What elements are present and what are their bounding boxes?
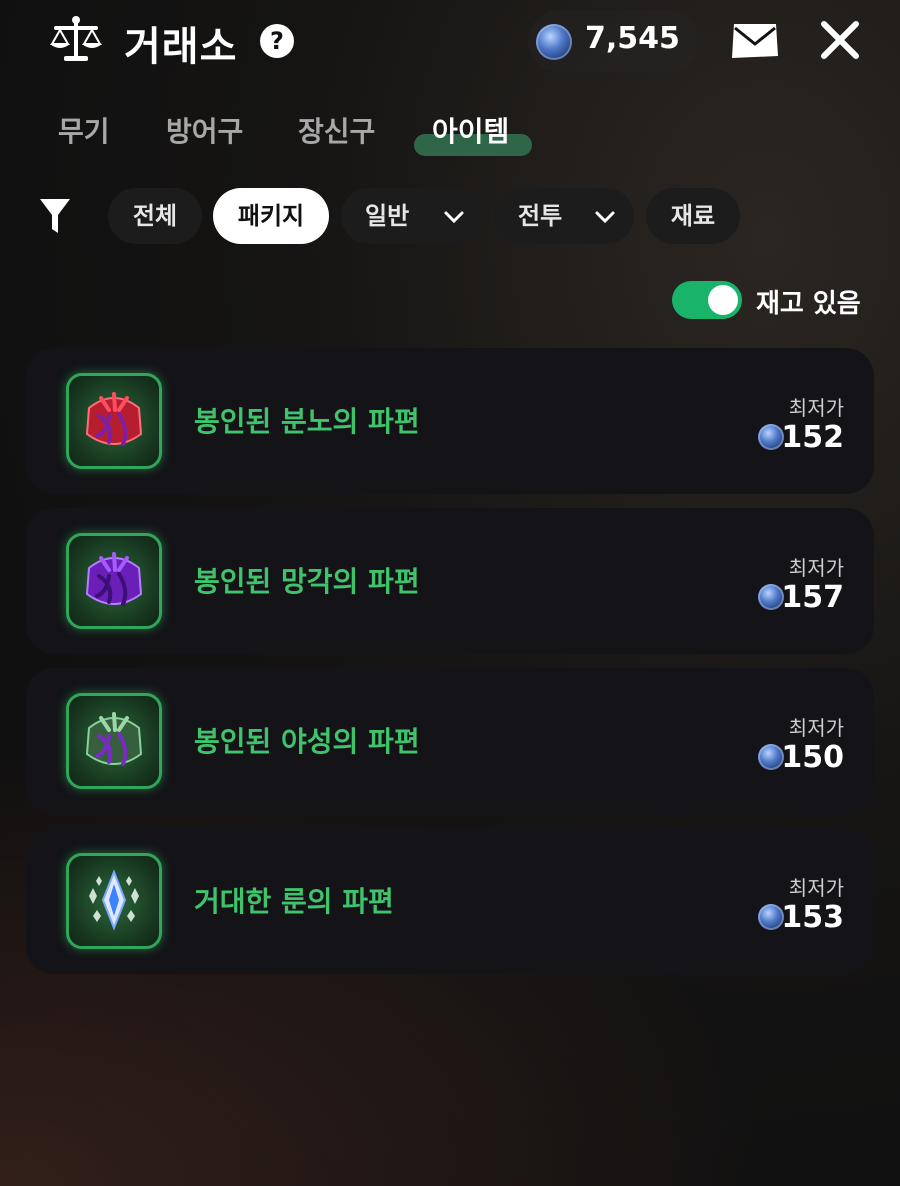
toggle-knob <box>708 285 738 315</box>
green-shard-icon <box>66 693 162 789</box>
list-item[interactable]: 봉인된 야성의 파편 최저가 150 <box>26 668 874 814</box>
in-stock-toggle[interactable] <box>672 281 742 319</box>
filter-icon[interactable] <box>38 197 72 235</box>
scale-icon <box>50 16 102 61</box>
item-price: 150 <box>781 740 844 775</box>
blue-coin-icon <box>758 904 784 930</box>
blue-coin-icon <box>758 584 784 610</box>
red-shard-icon <box>66 373 162 469</box>
mail-icon[interactable] <box>730 22 780 60</box>
tab-armor[interactable]: 방어구 <box>166 110 243 150</box>
chip-label: 패키지 <box>237 202 305 230</box>
tab-accessories[interactable]: 장신구 <box>298 110 375 150</box>
filter-chip-package[interactable]: 패키지 <box>213 188 329 244</box>
item-price: 153 <box>781 900 844 935</box>
tab-items[interactable]: 아이템 <box>432 110 509 150</box>
chevron-down-icon <box>444 211 464 224</box>
help-icon[interactable]: ? <box>260 24 294 58</box>
item-name: 봉인된 분노의 파편 <box>194 405 420 438</box>
item-price: 157 <box>781 580 844 615</box>
blue-coin-icon <box>536 24 572 60</box>
blue-coin-icon <box>758 424 784 450</box>
currency-balance: 7,545 <box>585 21 680 56</box>
list-item[interactable]: 봉인된 분노의 파편 최저가 152 <box>26 348 874 494</box>
price-label: 최저가 <box>788 556 844 580</box>
price-label: 최저가 <box>788 876 844 900</box>
item-price: 152 <box>781 420 844 455</box>
chevron-down-icon <box>595 211 615 224</box>
item-name: 봉인된 망각의 파편 <box>194 565 420 598</box>
blue-coin-icon <box>758 744 784 770</box>
list-item[interactable]: 거대한 룬의 파편 최저가 153 <box>26 828 874 974</box>
chip-label: 재료 <box>670 202 716 230</box>
close-icon[interactable] <box>818 18 862 62</box>
rune-crystal-icon <box>66 853 162 949</box>
item-name: 거대한 룬의 파편 <box>194 885 394 918</box>
item-name: 봉인된 야성의 파편 <box>194 725 420 758</box>
purple-shard-icon <box>66 533 162 629</box>
filter-chip-all[interactable]: 전체 <box>108 188 202 244</box>
filter-chip-materials[interactable]: 재료 <box>646 188 740 244</box>
header: 거래소 ? 7,545 <box>0 0 900 84</box>
list-item[interactable]: 봉인된 망각의 파편 최저가 157 <box>26 508 874 654</box>
price-label: 최저가 <box>788 716 844 740</box>
price-label: 최저가 <box>788 396 844 420</box>
in-stock-label: 재고 있음 <box>756 289 861 319</box>
page-title: 거래소 <box>124 24 238 70</box>
chip-label: 일반 <box>365 202 410 230</box>
filter-chip-combat[interactable]: 전투 <box>494 188 634 244</box>
tab-weapons[interactable]: 무기 <box>58 110 110 150</box>
filter-chip-general[interactable]: 일반 <box>341 188 481 244</box>
chip-label: 전체 <box>132 202 178 230</box>
chip-label: 전투 <box>518 202 563 230</box>
